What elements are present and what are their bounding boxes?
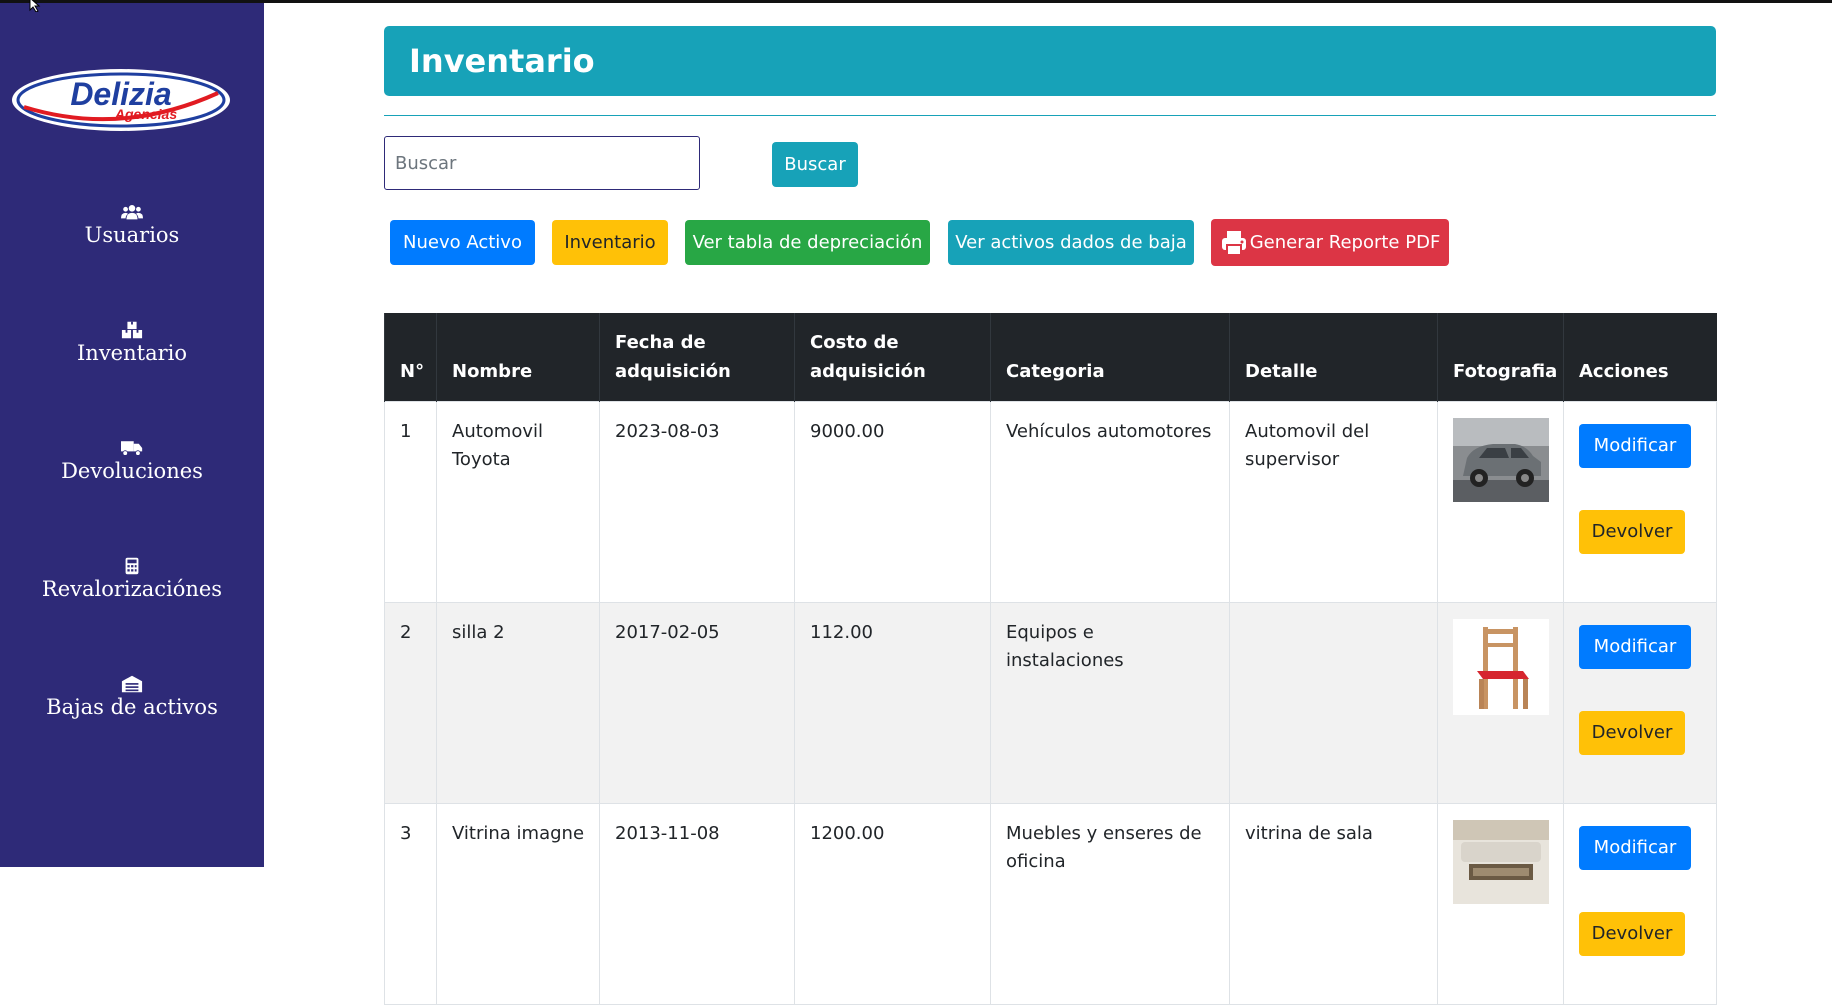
cell-name: silla 2 [436,601,600,804]
pdf-report-label: Generar Reporte PDF [1249,232,1441,253]
mouse-cursor-icon [29,0,41,12]
return-button[interactable]: Devolver [1579,509,1685,554]
table-row: 1 Automovil Toyota 2023-08-03 9000.00 Ve… [384,400,1717,603]
new-asset-button[interactable]: Nuevo Activo [390,220,535,265]
boxes-icon [121,321,143,339]
cell-date: 2017-02-05 [599,601,795,804]
modify-button[interactable]: Modificar [1579,423,1691,468]
cell-cost: 112.00 [794,601,991,804]
cell-category: Equipos e instalaciones [990,601,1230,804]
sidebar: Delizia Agencias Usuarios Inventario Dev… [0,3,264,867]
cell-detail: Automovil del supervisor [1229,400,1438,603]
search-input[interactable] [384,136,700,190]
window-top-border [0,0,1832,3]
cell-detail: vitrina de sala [1229,802,1438,1005]
warehouse-icon [121,675,143,693]
cell-actions: Modificar Devolver [1563,802,1717,1005]
cell-photo [1437,400,1564,603]
cell-num: 2 [384,601,437,804]
chair-photo [1453,618,1549,715]
page-header: Inventario [384,26,1716,96]
car-photo [1453,417,1549,502]
cell-date: 2013-11-08 [599,802,795,1005]
table-header-row: N° Nombre Fecha de adquisición Costo de ad… [384,313,1717,401]
calculator-icon [125,557,139,575]
users-icon [121,205,143,220]
header-name[interactable]: Nombre [436,313,600,401]
search-button[interactable]: Buscar [772,142,858,187]
cell-category: Vehículos automotores [990,400,1230,603]
cell-name: Vitrina imagne [436,802,600,1005]
cell-num: 1 [384,400,437,603]
written-off-assets-button[interactable]: Ver activos dados de baja [948,220,1194,265]
cell-date: 2023-08-03 [599,400,795,603]
svg-text:Agencias: Agencias [114,106,177,122]
modify-button[interactable]: Modificar [1579,624,1691,669]
sidebar-item-label: Devoluciones [61,459,203,483]
sidebar-item-usuarios[interactable]: Usuarios [0,203,264,247]
cell-cost: 9000.00 [794,400,991,603]
header-acquisition-date[interactable]: Fecha de adquisición [599,313,795,401]
header-detail[interactable]: Detalle [1229,313,1438,401]
header-acquisition-cost[interactable]: Costo de adquisición [794,313,991,401]
sidebar-item-bajas-de-activos[interactable]: Bajas de activos [0,675,264,719]
sidebar-item-revalorizaciones[interactable]: Revalorizaciónes [0,557,264,601]
printer-icon [1221,230,1246,256]
cell-detail [1229,601,1438,804]
showcase-photo [1453,819,1549,904]
cell-photo [1437,601,1564,804]
cell-actions: Modificar Devolver [1563,601,1717,804]
cell-photo [1437,802,1564,1005]
generate-pdf-report-button[interactable]: Generar Reporte PDF [1211,219,1449,266]
cell-num: 3 [384,802,437,1005]
header-num[interactable]: N° [384,313,437,401]
sidebar-item-label: Bajas de activos [46,695,218,719]
header-divider [384,115,1716,116]
delizia-logo: Delizia Agencias [12,69,230,131]
return-button[interactable]: Devolver [1579,911,1685,956]
table-row: 2 silla 2 2017-02-05 112.00 Equipos e in… [384,601,1717,804]
header-photo[interactable]: Fotografia [1437,313,1564,401]
table-row: 3 Vitrina imagne 2013-11-08 1200.00 Mueb… [384,802,1717,1005]
sidebar-item-inventario[interactable]: Inventario [0,321,264,365]
sidebar-item-label: Inventario [77,341,187,365]
truck-icon [121,441,143,456]
sidebar-item-devoluciones[interactable]: Devoluciones [0,439,264,483]
sidebar-item-label: Revalorizaciónes [41,577,223,601]
cell-category: Muebles y enseres de oficina [990,802,1230,1005]
cell-actions: Modificar Devolver [1563,400,1717,603]
header-category[interactable]: Categoria [990,313,1230,401]
depreciation-table-button[interactable]: Ver tabla de depreciación [685,220,930,265]
modify-button[interactable]: Modificar [1579,825,1691,870]
inventory-table: N° Nombre Fecha de adquisición Costo de ad… [384,313,1717,1005]
header-actions[interactable]: Acciones [1563,313,1717,401]
return-button[interactable]: Devolver [1579,710,1685,755]
sidebar-item-label: Usuarios [84,223,180,247]
cell-cost: 1200.00 [794,802,991,1005]
cell-name: Automovil Toyota [436,400,600,603]
page-title: Inventario [409,42,595,80]
inventory-button[interactable]: Inventario [552,220,668,265]
